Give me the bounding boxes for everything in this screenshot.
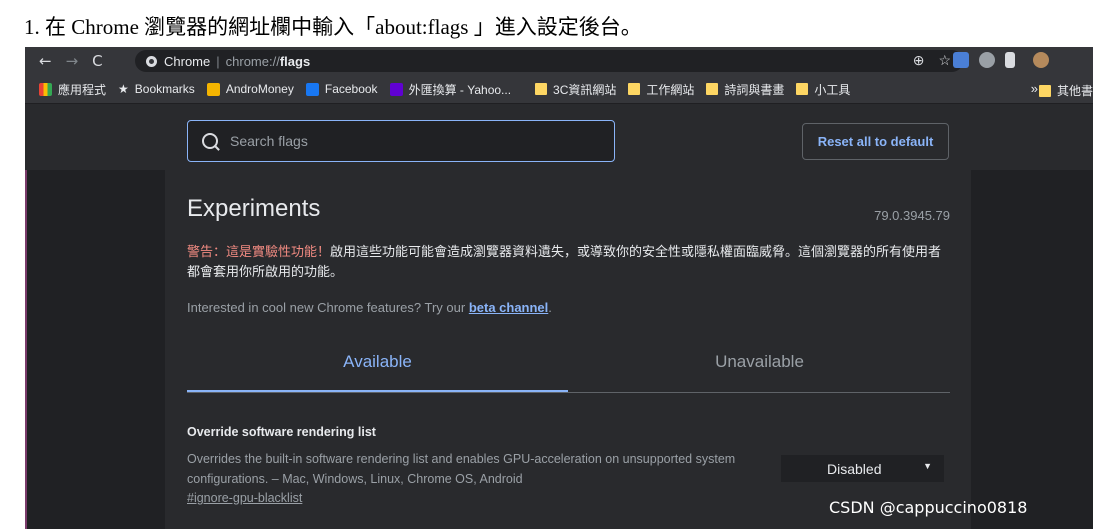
address-bar[interactable]: Chrome | chrome://flags ⊕ ☆ <box>135 50 963 72</box>
url-text: chrome://flags <box>226 54 311 69</box>
folder-icon <box>535 83 548 95</box>
bookmark-andromoney[interactable]: AndroMoney <box>206 82 294 96</box>
folder-icon <box>628 83 641 95</box>
flag-extension-icon[interactable] <box>1005 52 1015 68</box>
flag-state-dropdown[interactable]: Disabled ▼ <box>781 455 944 482</box>
tab-available[interactable]: Available <box>187 342 568 392</box>
other-bookmarks[interactable]: 其他書 <box>1038 82 1093 99</box>
flag-title: Override software rendering list <box>187 425 376 439</box>
watermark: CSDN @cappuccino0818 <box>829 498 1028 517</box>
folder-icon <box>706 83 719 95</box>
bookmark-label: AndroMoney <box>225 82 294 96</box>
bookmarks-bar: 應用程式 ★ Bookmarks AndroMoney Facebook 外匯換… <box>25 75 1093 104</box>
folder-icon <box>1038 84 1051 97</box>
browser-toolbar: ← → C Chrome | chrome://flags ⊕ ☆ <box>25 47 1093 75</box>
back-arrow-icon[interactable]: ← <box>39 52 52 70</box>
beta-promo-end: . <box>548 300 552 315</box>
chrome-icon <box>146 55 157 67</box>
reload-icon[interactable]: C <box>92 52 102 70</box>
folder-icon <box>796 83 809 95</box>
translate-extension-icon[interactable] <box>953 52 969 68</box>
other-bookmarks-label: 其他書 <box>1056 84 1093 98</box>
yahoo-icon <box>389 82 403 96</box>
bookmark-bookmarks[interactable]: ★ Bookmarks <box>118 82 195 96</box>
extension-circle-icon[interactable] <box>979 52 995 68</box>
zoom-icon[interactable]: ⊕ <box>913 52 925 68</box>
version-label: 79.0.3945.79 <box>874 208 950 223</box>
flags-tabs: Available Unavailable <box>187 342 950 393</box>
search-icon <box>202 133 218 149</box>
bookmark-facebook[interactable]: Facebook <box>305 82 378 96</box>
bookmark-label: 3C資訊網站 <box>553 82 617 97</box>
facebook-icon <box>305 82 319 96</box>
apps-grid-icon <box>39 82 52 96</box>
beta-promo: Interested in cool new Chrome features? … <box>187 300 552 315</box>
url-path: flags <box>279 53 311 69</box>
bookmark-label: Facebook <box>324 82 378 96</box>
star-icon: ★ <box>118 82 129 96</box>
bookmark-label: Bookmarks <box>134 82 195 96</box>
bookmark-label: 詩詞與書畫 <box>724 82 785 97</box>
bookmark-yahoo[interactable]: 外匯換算 - Yahoo... <box>389 81 512 98</box>
site-label: Chrome <box>164 53 211 69</box>
warning-message: 警告：這是實驗性功能！啟用這些功能可能會造成瀏覽器資料遺失，或導致你的安全性或隱… <box>187 243 953 283</box>
bookmark-folder-tools[interactable]: 小工具 <box>796 81 850 98</box>
bookmark-star-icon[interactable]: ☆ <box>938 52 951 68</box>
bookmark-folder-3c[interactable]: 3C資訊網站 <box>535 81 616 98</box>
browser-window: ← → C Chrome | chrome://flags ⊕ ☆ 應用程式 ★ … <box>25 47 1093 529</box>
warning-prefix: 警告：這是實驗性功能！ <box>187 245 331 260</box>
experiments-panel: Experiments 79.0.3945.79 警告：這是實驗性功能！啟用這些… <box>165 170 971 529</box>
flag-state-value: Disabled <box>827 460 882 477</box>
bookmark-apps[interactable]: 應用程式 <box>39 81 106 98</box>
dropdown-arrow-icon: ▼ <box>923 461 932 471</box>
forward-arrow-icon[interactable]: → <box>66 52 79 70</box>
search-input[interactable] <box>228 132 582 150</box>
beta-channel-link[interactable]: beta channel <box>469 300 548 315</box>
bookmark-folder-work[interactable]: 工作網站 <box>628 81 694 98</box>
bookmark-label: 外匯換算 - Yahoo... <box>408 82 512 97</box>
bookmark-label: 工作網站 <box>646 82 695 97</box>
bookmark-label: 小工具 <box>814 82 851 97</box>
bookmarks-overflow-button[interactable]: » <box>1031 81 1038 96</box>
flag-description: Overrides the built-in software renderin… <box>187 452 736 486</box>
search-box[interactable] <box>187 120 615 162</box>
page-caption: 1. 在 Chrome 瀏覽器的網址欄中輸入「about:flags 」進入設定… <box>24 15 642 39</box>
tab-unavailable[interactable]: Unavailable <box>569 342 950 390</box>
profile-avatar-icon[interactable] <box>1033 52 1049 68</box>
omnibox-separator: | <box>216 53 220 69</box>
reset-all-button[interactable]: Reset all to default <box>802 123 949 160</box>
andromoney-icon <box>206 82 220 96</box>
flag-anchor-link[interactable]: #ignore-gpu-blacklist <box>187 491 302 505</box>
page-title: Experiments <box>187 195 321 222</box>
bookmark-folder-poetry[interactable]: 詩詞與書畫 <box>706 81 784 98</box>
bookmark-label: 應用程式 <box>58 82 107 97</box>
beta-promo-text: Interested in cool new Chrome features? … <box>187 300 469 315</box>
url-prefix: chrome:// <box>225 53 280 69</box>
